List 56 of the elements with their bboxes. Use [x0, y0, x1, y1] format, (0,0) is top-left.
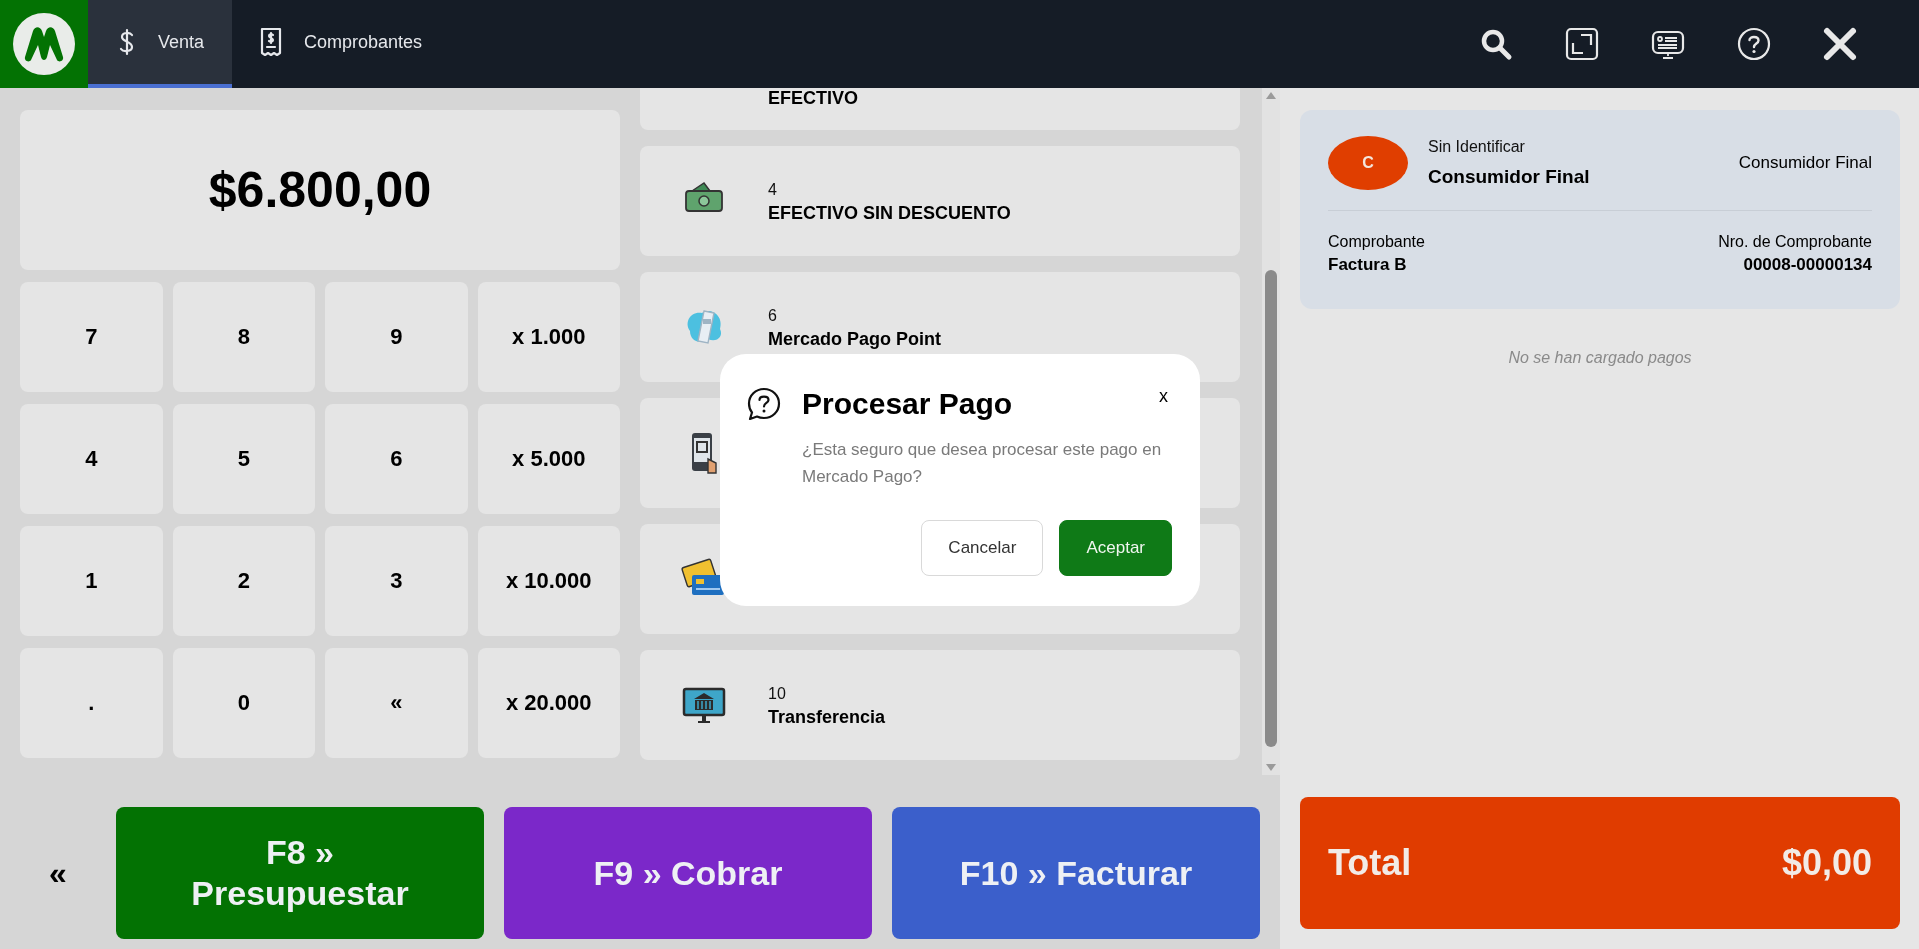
action-button[interactable]: F10 » Facturar: [892, 807, 1260, 939]
action-button[interactable]: F9 » Cobrar: [504, 807, 872, 939]
keypad-key[interactable]: 4: [20, 404, 163, 514]
payment-code: 6: [768, 306, 778, 325]
customer-name: Consumidor Final: [1428, 166, 1590, 188]
keypad-key[interactable]: «: [325, 648, 468, 758]
total-value: $0,00: [1781, 842, 1872, 884]
keypad-key[interactable]: 6: [325, 404, 468, 514]
close-icon[interactable]: [1821, 25, 1859, 63]
payment-code: 4: [768, 180, 778, 199]
keypad-key[interactable]: 8: [172, 282, 315, 392]
keypad-key[interactable]: x 10.000: [477, 526, 620, 636]
empty-payments-message: No se han cargado pagos: [1508, 349, 1692, 367]
customer-type: Consumidor Final: [1738, 153, 1872, 173]
keypad-key[interactable]: x 20.000: [477, 648, 620, 758]
dollar-icon: [118, 27, 136, 57]
voucher-label: Comprobante: [1328, 233, 1425, 251]
payment-method-card[interactable]: 10 Transferencia: [640, 650, 1240, 760]
keypad-key[interactable]: x 5.000: [477, 404, 620, 514]
action-button[interactable]: F8 » Presupuestar: [116, 807, 484, 939]
keypad-key[interactable]: 1: [20, 526, 163, 636]
cancel-button[interactable]: Cancelar: [921, 520, 1044, 577]
keypad-key[interactable]: 0: [172, 648, 315, 758]
customer-subtitle: Sin Identificar: [1428, 138, 1526, 156]
customer-avatar: C: [1328, 136, 1408, 190]
payment-method-card[interactable]: 4 EFECTIVO SIN DESCUENTO: [640, 146, 1240, 256]
voucher-number: 00008-00000134: [1743, 255, 1872, 275]
receipt-icon: [260, 27, 283, 57]
voucher-number-label: Nro. de Comprobante: [1718, 233, 1872, 251]
tab[interactable]: Venta: [88, 0, 233, 88]
keypad-key[interactable]: 9: [325, 282, 468, 392]
keypad-key[interactable]: .: [20, 648, 163, 758]
payment-name: EFECTIVO SIN DESCUENTO: [768, 202, 1011, 224]
voucher-type: Factura B: [1328, 255, 1408, 275]
dialog-message: ¿Esta seguro que desea procesar este pago en Mercado Pago?: [802, 439, 1163, 489]
amount-display: $6.800,00: [20, 110, 620, 270]
payment-name: Mercado Pago Point: [768, 328, 942, 350]
accept-button[interactable]: Aceptar: [1059, 520, 1172, 577]
tab[interactable]: Comprobantes: [232, 0, 451, 88]
logo-icon: [12, 12, 76, 76]
close-button[interactable]: x: [1155, 386, 1172, 407]
keypad-key[interactable]: 7: [20, 282, 163, 392]
keypad-key[interactable]: 3: [325, 526, 468, 636]
keypad-key[interactable]: 2: [172, 526, 315, 636]
expand-icon[interactable]: [1563, 25, 1601, 63]
payment-name: Transferencia: [768, 706, 886, 728]
payment-method-card[interactable]: EFECTIVO: [640, 88, 1240, 130]
total-label: Total: [1328, 842, 1412, 884]
keypad-key[interactable]: 5: [172, 404, 315, 514]
payment-code: 10: [768, 684, 787, 703]
help-icon[interactable]: [1735, 25, 1773, 63]
payment-name: EFECTIVO: [768, 88, 858, 109]
dialog-title: Procesar Pago: [802, 387, 1013, 421]
question-bubble-icon: [746, 386, 782, 422]
back-button[interactable]: «: [20, 854, 96, 892]
keypad-key[interactable]: x 1.000: [477, 282, 620, 392]
